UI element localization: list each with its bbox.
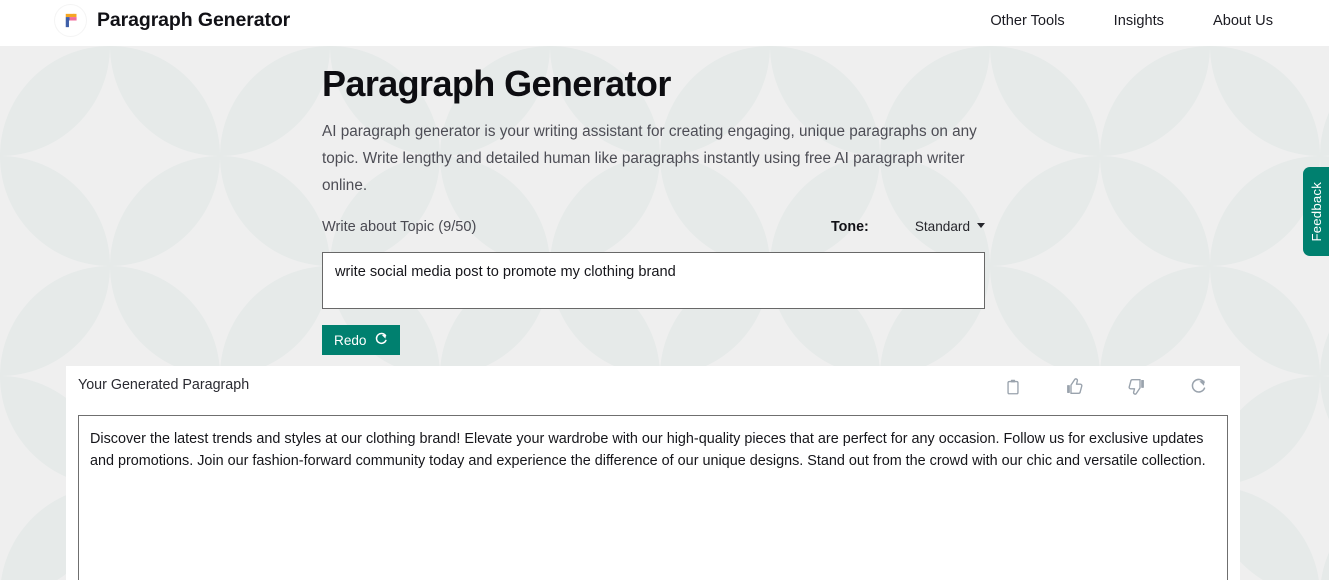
result-actions	[998, 372, 1213, 401]
main-nav: Other Tools Insights About Us	[990, 13, 1273, 29]
brand-name: Paragraph Generator	[97, 9, 291, 31]
result-title: Your Generated Paragraph	[78, 377, 250, 393]
topic-form: Write about Topic (9/50) Tone: Standard …	[322, 219, 985, 355]
redo-button[interactable]: Redo	[322, 325, 400, 355]
thumbs-down-icon[interactable]	[1122, 372, 1151, 401]
chevron-down-icon	[977, 223, 985, 228]
nav-item-about-us[interactable]: About Us	[1213, 13, 1273, 29]
page-title: Paragraph Generator	[322, 63, 671, 104]
result-header: Your Generated Paragraph	[66, 366, 1240, 415]
result-paragraph-text: Discover the latest trends and styles at…	[90, 431, 1206, 469]
tone-group: Tone: Standard	[831, 219, 985, 235]
thumbs-up-icon[interactable]	[1060, 372, 1089, 401]
copy-icon[interactable]	[998, 372, 1027, 401]
redo-arrow-icon	[374, 332, 388, 349]
nav-item-insights[interactable]: Insights	[1114, 13, 1164, 29]
app-root: Paragraph Generator Other Tools Insights…	[0, 0, 1329, 580]
topic-input[interactable]	[322, 252, 985, 309]
feedback-tab[interactable]: Feedback	[1303, 167, 1329, 256]
brand-logo-link[interactable]: Paragraph Generator	[55, 5, 290, 36]
page-subtitle: AI paragraph generator is your writing a…	[322, 123, 977, 195]
feedback-tab-label: Feedback	[1308, 181, 1324, 242]
tone-selected-value: Standard	[914, 219, 970, 234]
topic-label: Write about Topic (9/50)	[322, 219, 477, 235]
hero-section: Paragraph Generator AI paragraph generat…	[322, 62, 1012, 199]
regenerate-icon[interactable]	[1184, 372, 1213, 401]
tone-label: Tone:	[830, 219, 869, 235]
result-card: Your Generated Paragraph Discover the la…	[66, 366, 1240, 580]
p-logo-icon	[55, 5, 86, 36]
site-header: Paragraph Generator Other Tools Insights…	[0, 0, 1329, 46]
result-output-box[interactable]: Discover the latest trends and styles at…	[78, 415, 1228, 580]
redo-button-label: Redo	[334, 332, 367, 348]
tone-dropdown[interactable]: Standard	[915, 219, 985, 234]
form-label-row: Write about Topic (9/50) Tone: Standard	[322, 219, 985, 243]
nav-item-other-tools[interactable]: Other Tools	[990, 13, 1064, 29]
